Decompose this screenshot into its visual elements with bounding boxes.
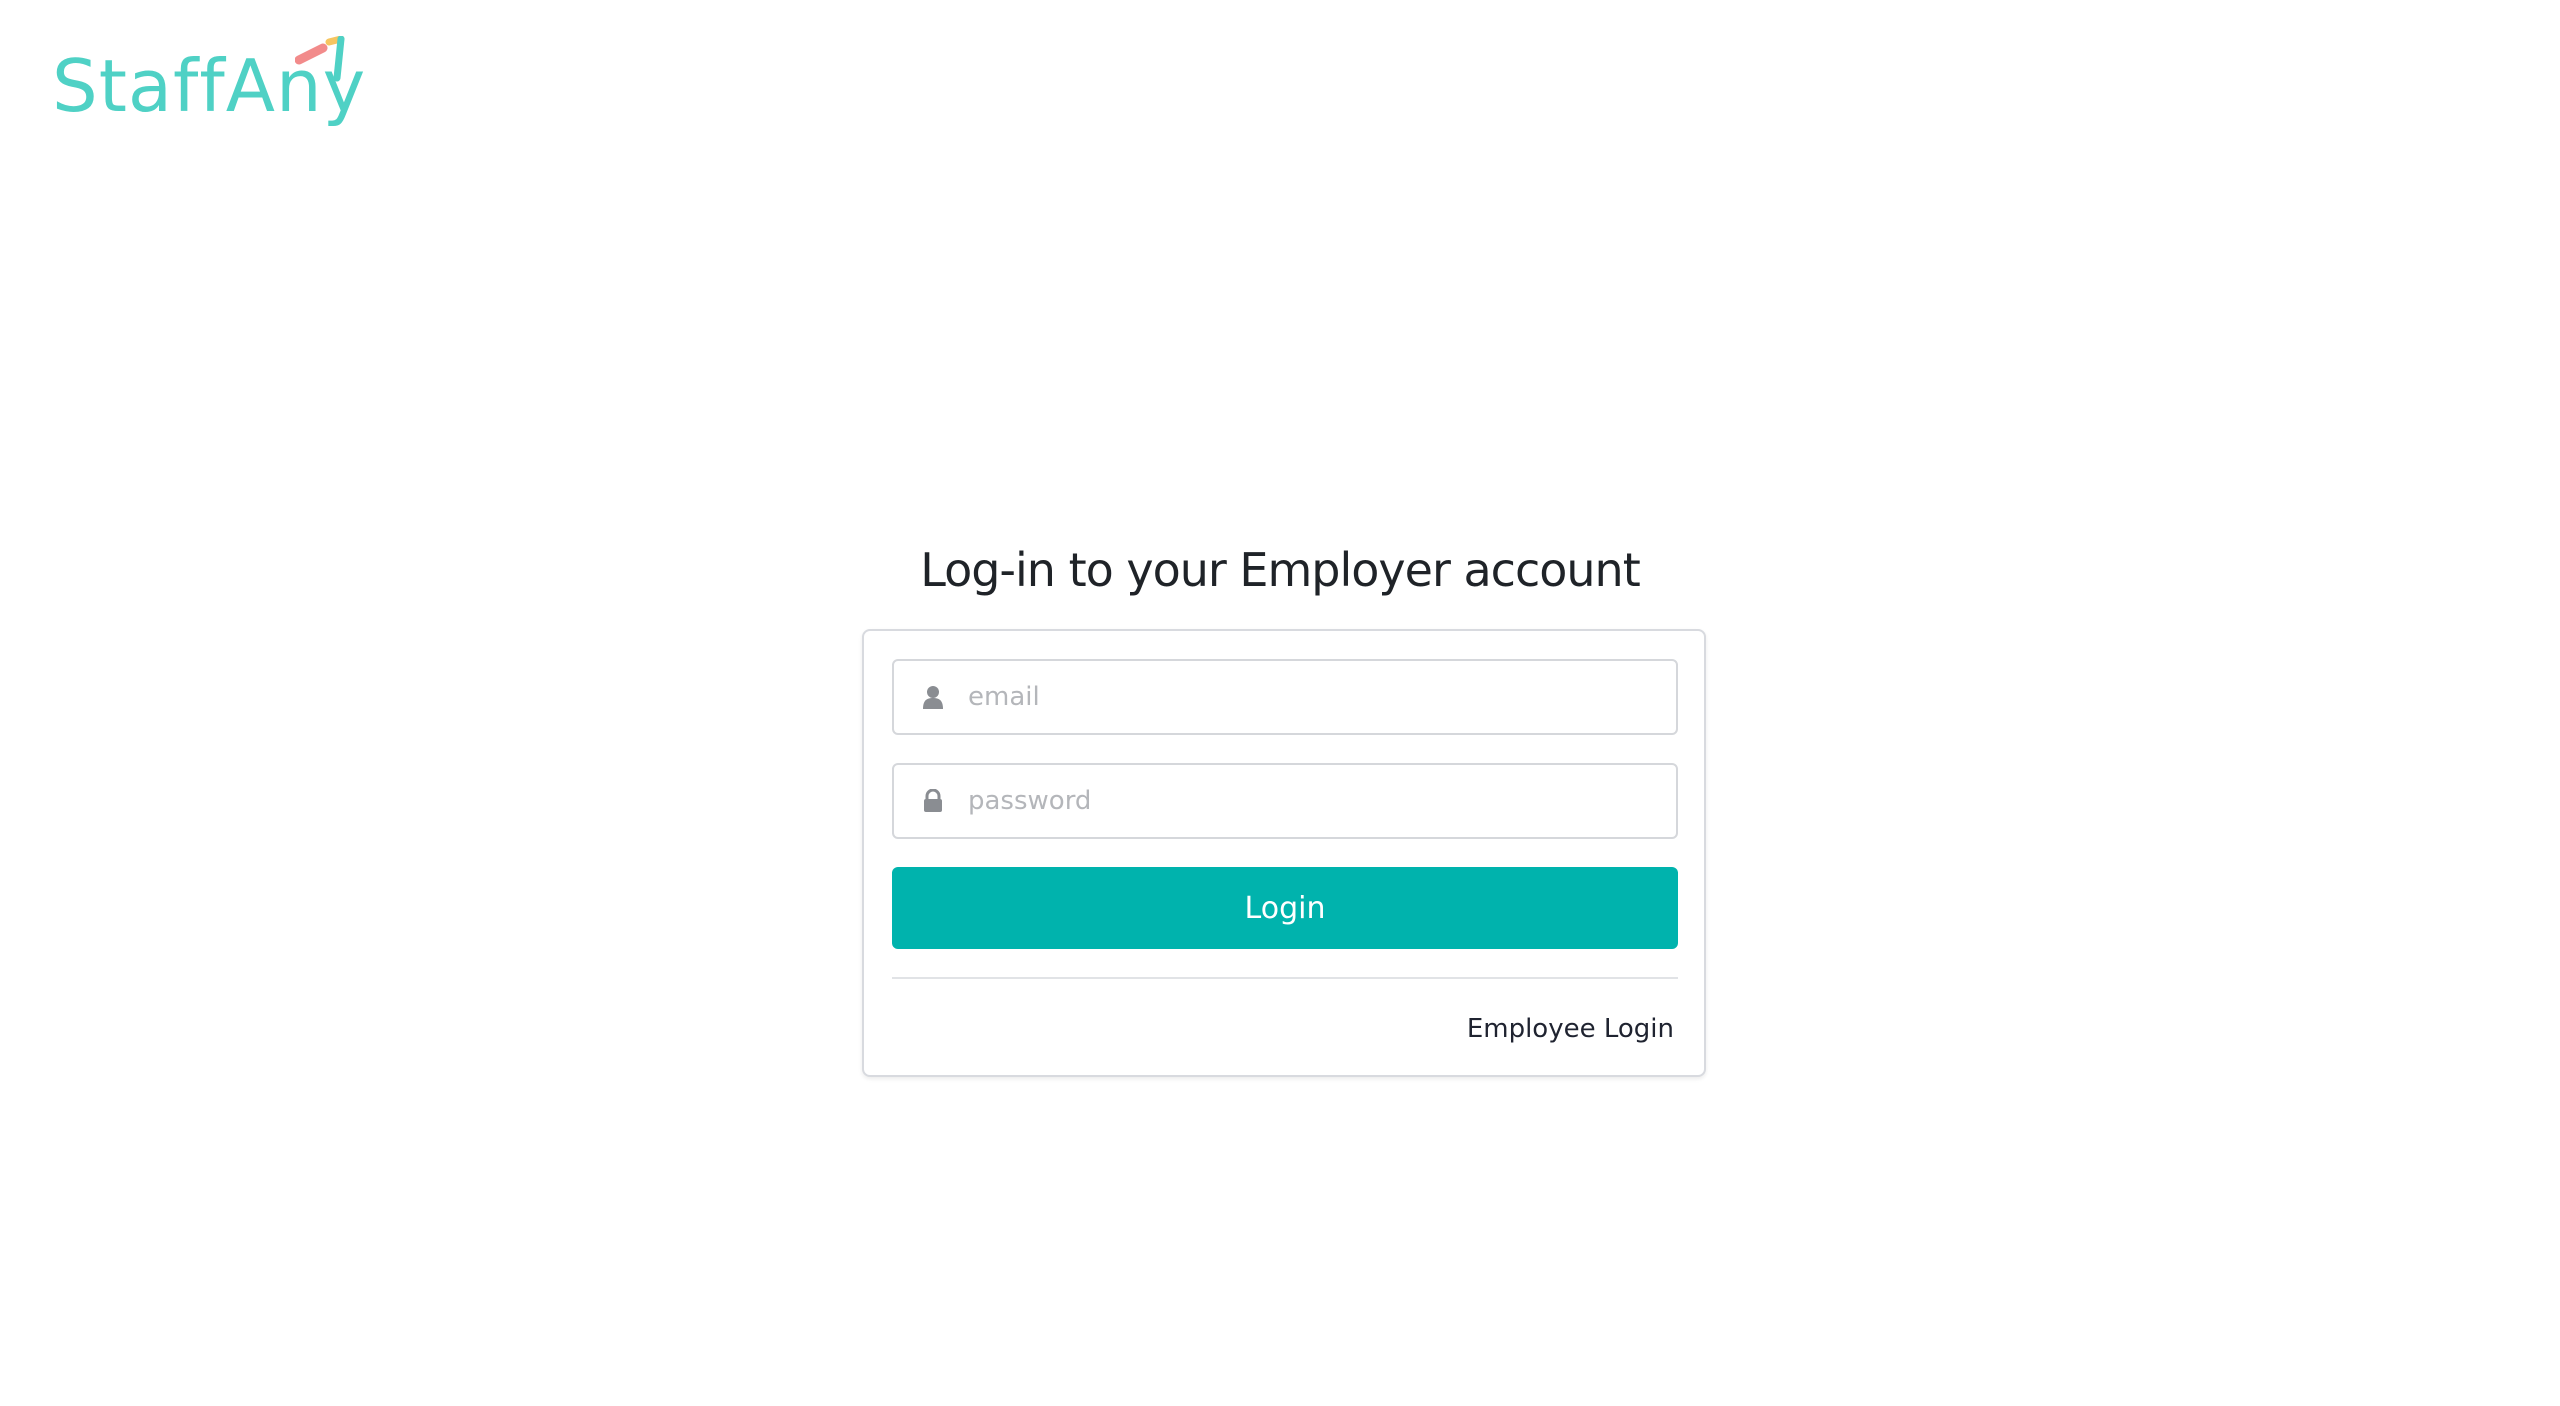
- divider: [892, 977, 1678, 979]
- login-button[interactable]: Login: [892, 867, 1678, 949]
- password-input[interactable]: [968, 771, 1676, 831]
- login-card: Login Employee Login: [862, 629, 1706, 1077]
- login-page: StaffAny Log-in to your Employer account: [0, 0, 2560, 1406]
- user-icon: [922, 683, 944, 711]
- email-input[interactable]: [968, 667, 1676, 727]
- logo-spark-icon: [295, 36, 345, 82]
- employee-login-link[interactable]: Employee Login: [1467, 1009, 1674, 1049]
- staffany-logo[interactable]: StaffAny: [52, 36, 365, 136]
- password-field-wrapper[interactable]: [892, 763, 1678, 839]
- lock-icon: [922, 787, 944, 815]
- email-field-wrapper[interactable]: [892, 659, 1678, 735]
- page-title: Log-in to your Employer account: [920, 543, 1641, 597]
